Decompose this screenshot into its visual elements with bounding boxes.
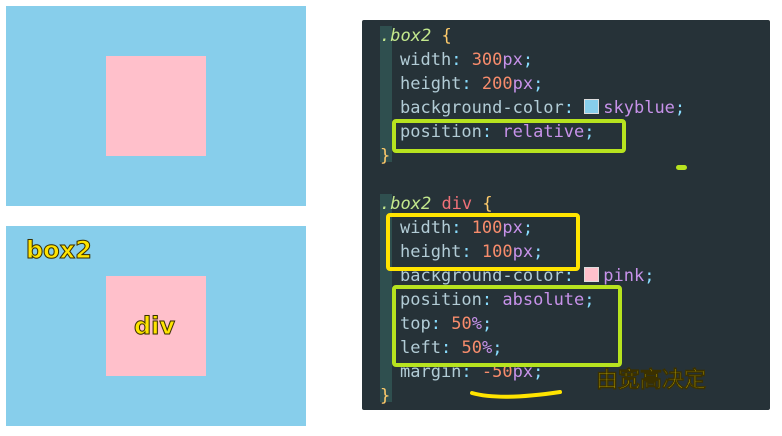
indent-guide-block2 [380,194,392,402]
code-editor: .box2 { width: 300px; height: 200px; bac… [362,20,770,410]
code-line-8: .box2 div { [380,194,493,214]
code-line-13: top: 50%; [400,314,493,334]
pink-swatch-icon [584,267,600,282]
demo-box2-top [6,6,306,206]
code-line-16: } [380,386,391,406]
code-line-1: .box2 { [380,26,452,46]
margin-underline-mark [470,390,562,399]
div-label: div [133,312,176,341]
code-line-10: height: 100px; [400,242,544,262]
code-line-14: left: 50%; [400,338,503,358]
code-line-12: position: absolute; [400,290,595,310]
box2-label: box2 [26,236,93,265]
annotation-dash-mark [676,165,687,170]
code-line-3: height: 200px; [400,74,544,94]
code-line-11: background-color: pink; [400,266,655,286]
code-line-4: background-color: skyblue; [400,98,686,118]
code-line-15: margin: -50px; [400,362,544,382]
annotation-note: 由宽高决定 [596,368,707,394]
code-line-2: width: 300px; [400,50,534,70]
skyblue-swatch-icon [584,99,600,114]
demo-div-top [106,56,206,156]
code-line-6: } [380,146,391,166]
code-line-5: position: relative; [400,122,595,142]
code-line-9: width: 100px; [400,218,534,238]
